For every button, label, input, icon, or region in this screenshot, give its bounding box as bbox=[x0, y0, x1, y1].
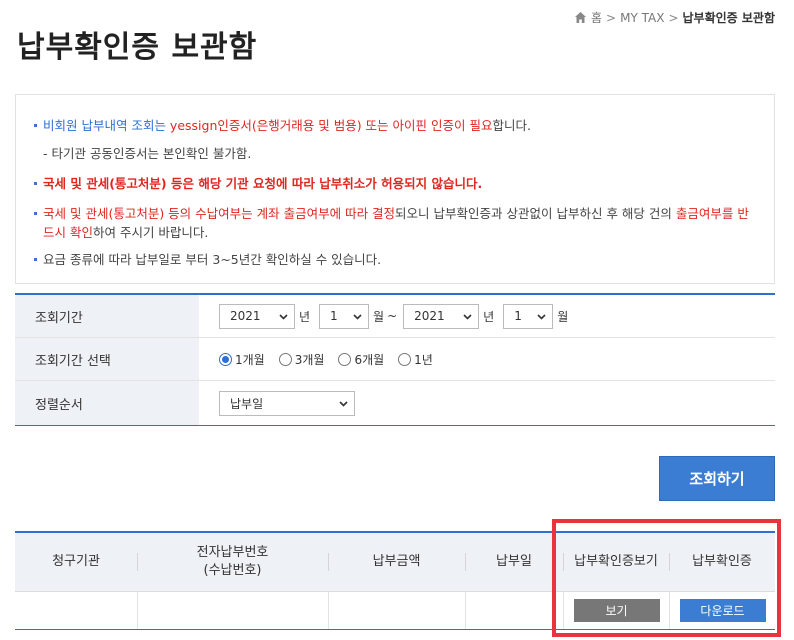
header-certificate: 납부확인증 bbox=[669, 533, 775, 591]
search-form: 조회기간 2021 년 1 월 ~ 2021 년 1 월 조회기간 선택 1개월… bbox=[15, 293, 775, 426]
radio-6-months[interactable]: 6개월 bbox=[338, 351, 384, 368]
notice-text: 되오니 납부확인증과 상관없이 납부하신 후 해당 건의 bbox=[395, 206, 676, 221]
cell-agency bbox=[15, 592, 137, 629]
notice-line: 요금 종류에 따라 납부일로 부터 3~5년간 확인하실 수 있습니다. bbox=[34, 250, 756, 269]
cell-date bbox=[465, 592, 563, 629]
cell-view: 보기 bbox=[563, 592, 669, 629]
start-month-value: 1 bbox=[330, 309, 338, 323]
radio-button-checked[interactable] bbox=[219, 352, 232, 366]
notice-text: 비회원 납부내역 조회는 bbox=[43, 118, 170, 133]
chevron-down-icon bbox=[463, 313, 472, 320]
home-icon[interactable] bbox=[574, 11, 587, 24]
breadcrumb-home[interactable]: 홈 bbox=[591, 9, 602, 26]
header-epay-number-line1: 전자납부번호 bbox=[196, 545, 269, 560]
order-label: 정렬순서 bbox=[15, 381, 199, 425]
end-month-select[interactable]: 1 bbox=[503, 303, 554, 329]
radio-1-month[interactable]: 1개월 bbox=[219, 351, 265, 368]
search-button[interactable]: 조회하기 bbox=[659, 456, 775, 501]
end-year-value: 2021 bbox=[414, 309, 445, 323]
radio-label: 3개월 bbox=[294, 352, 325, 367]
chevron-down-icon bbox=[353, 313, 362, 320]
notice-text-emphasis: 국세 및 관세(통고처분) 등의 수납여부는 계좌 출금여부에 따라 결정 bbox=[43, 206, 396, 221]
radio-3-months[interactable]: 3개월 bbox=[278, 351, 325, 368]
radio-group: 1개월 3개월 6개월 1년 bbox=[219, 351, 433, 368]
form-row-period: 조회기간 2021 년 1 월 ~ 2021 년 1 월 bbox=[15, 295, 775, 338]
notice-text: - 타기관 공동인증서는 본인확인 불가함. bbox=[43, 146, 252, 161]
notice-line: 비회원 납부내역 조회는 yessign인증서(은행거래용 및 범용) 또는 아… bbox=[34, 116, 756, 135]
radio-label: 1년 bbox=[414, 352, 433, 367]
order-value: 납부일 bbox=[230, 396, 264, 411]
cell-certificate: 다운로드 bbox=[669, 592, 775, 629]
notice-line: - 타기관 공동인증서는 본인확인 불가함. bbox=[34, 144, 756, 163]
range-separator: ~ bbox=[387, 309, 398, 323]
table-row: 보기 다운로드 bbox=[15, 592, 775, 630]
chevron-down-icon bbox=[279, 313, 288, 320]
end-year-select[interactable]: 2021 bbox=[403, 303, 480, 329]
notice-text: 요금 종류에 따라 납부일로 부터 3~5년간 확인하실 수 있습니다. bbox=[43, 252, 382, 267]
breadcrumb-separator: > bbox=[606, 10, 617, 25]
year-unit: 년 bbox=[299, 309, 311, 324]
period-fields: 2021 년 1 월 ~ 2021 년 1 월 bbox=[199, 295, 775, 337]
notice-text-emphasis: 국세 및 관세(통고처분) 등은 해당 기관 요청에 따라 납부취소가 허용되지… bbox=[43, 176, 483, 191]
order-field: 납부일 bbox=[199, 381, 775, 425]
radio-1-year[interactable]: 1년 bbox=[398, 351, 433, 368]
breadcrumb-separator: > bbox=[668, 10, 679, 25]
chevron-down-icon bbox=[339, 400, 348, 407]
notice-text: 합니다. bbox=[492, 118, 531, 133]
month-unit: 월 bbox=[557, 309, 569, 324]
result-table: 청구기관 전자납부번호 (수납번호) 납부금액 납부일 납부확인증보기 납부확인… bbox=[15, 531, 775, 630]
radio-label: 1개월 bbox=[235, 352, 265, 367]
month-unit: 월 bbox=[373, 309, 385, 324]
year-unit: 년 bbox=[483, 309, 495, 324]
radio-label: 6개월 bbox=[354, 352, 385, 367]
breadcrumb: 홈 > MY TAX > 납부확인증 보관함 bbox=[574, 9, 775, 26]
form-row-order: 정렬순서 납부일 bbox=[15, 381, 775, 425]
start-month-select[interactable]: 1 bbox=[319, 303, 370, 329]
header-epay-number-line2: (수납번호) bbox=[203, 563, 262, 578]
notice-text-emphasis: yessign인증서(은행거래용 및 범용) 또는 아이핀 인증이 필요 bbox=[169, 118, 493, 133]
period-select-label: 조회기간 선택 bbox=[15, 338, 199, 380]
header-agency: 청구기관 bbox=[52, 554, 100, 569]
radio-button[interactable] bbox=[278, 352, 292, 366]
notice-text: 하여 주시기 바랍니다. bbox=[92, 225, 209, 240]
radio-button[interactable] bbox=[398, 352, 412, 366]
form-row-period-select: 조회기간 선택 1개월 3개월 6개월 1년 bbox=[15, 338, 775, 381]
end-month-value: 1 bbox=[514, 309, 522, 323]
header-epay-number: 전자납부번호 (수납번호) bbox=[137, 533, 328, 591]
download-button[interactable]: 다운로드 bbox=[679, 599, 766, 622]
radio-button[interactable] bbox=[338, 352, 352, 366]
start-year-value: 2021 bbox=[230, 309, 261, 323]
page-title: 납부확인증 보관함 bbox=[17, 30, 258, 65]
start-year-select[interactable]: 2021 bbox=[219, 303, 295, 329]
period-label: 조회기간 bbox=[15, 295, 199, 337]
chevron-down-icon bbox=[537, 313, 546, 320]
cell-amount bbox=[328, 592, 465, 629]
header-view: 납부확인증보기 bbox=[563, 533, 669, 591]
header-amount: 납부금액 bbox=[328, 533, 465, 591]
header-date: 납부일 bbox=[465, 533, 563, 591]
table-header-row: 청구기관 전자납부번호 (수납번호) 납부금액 납부일 납부확인증보기 납부확인… bbox=[15, 533, 775, 592]
notice-box: 비회원 납부내역 조회는 yessign인증서(은행거래용 및 범용) 또는 아… bbox=[15, 94, 775, 284]
notice-line: 국세 및 관세(통고처분) 등은 해당 기관 요청에 따라 납부취소가 허용되지… bbox=[34, 174, 756, 193]
view-button[interactable]: 보기 bbox=[573, 599, 660, 622]
breadcrumb-current: 납부확인증 보관함 bbox=[682, 11, 776, 25]
breadcrumb-section[interactable]: MY TAX bbox=[620, 11, 664, 25]
notice-line: 국세 및 관세(통고처분) 등의 수납여부는 계좌 출금여부에 따라 결정되오니… bbox=[34, 204, 756, 242]
cell-epay-number bbox=[137, 592, 328, 629]
order-select[interactable]: 납부일 bbox=[219, 390, 355, 416]
period-radio-group: 1개월 3개월 6개월 1년 bbox=[199, 338, 775, 380]
